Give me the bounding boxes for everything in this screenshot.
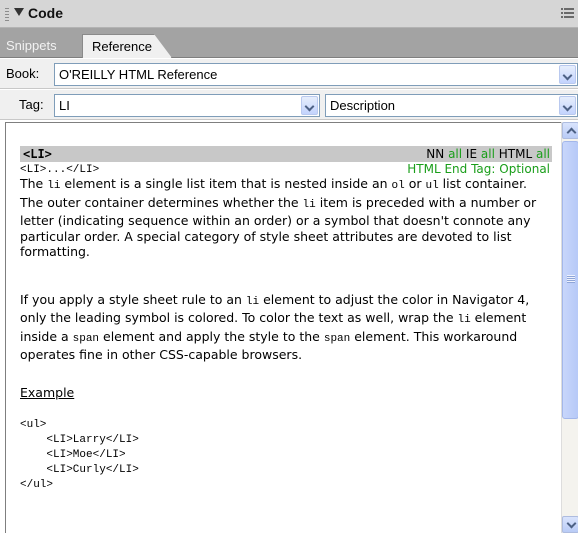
- tag-dropdown-icon[interactable]: [301, 96, 318, 115]
- tag-select-value: LI: [59, 98, 70, 113]
- description-paragraph-2: If you apply a style sheet rule to an li…: [20, 291, 530, 363]
- tag-row: Tag: LI Description: [0, 90, 578, 120]
- code-panel: Code Snippets Reference Book: O'REILLY H…: [0, 0, 578, 533]
- view-select-value: Description: [330, 98, 396, 113]
- thumb-grip-icon: [567, 275, 575, 283]
- view-select[interactable]: Description: [325, 94, 578, 117]
- scrollbar-thumb[interactable]: [562, 141, 578, 419]
- compat-html-value: all: [535, 147, 550, 161]
- example-code: <ul> <LI>Larry</LI> <LI>Moe</LI> <LI>Cur…: [20, 419, 139, 491]
- book-label: Book:: [6, 66, 40, 81]
- compat-ie-value: all: [480, 147, 495, 161]
- tab-reference[interactable]: Reference: [82, 34, 172, 58]
- tag-label: Tag:: [19, 97, 44, 112]
- book-dropdown-icon[interactable]: [559, 65, 576, 84]
- book-select[interactable]: O'REILLY HTML Reference: [54, 63, 578, 86]
- panel-title: Code: [28, 5, 63, 21]
- compat-ie-label: IE: [465, 147, 478, 161]
- scroll-up-icon[interactable]: [562, 122, 578, 139]
- vertical-scrollbar[interactable]: [561, 122, 578, 533]
- tab-bar: Snippets Reference: [0, 28, 578, 58]
- tab-snippets[interactable]: Snippets: [6, 34, 57, 58]
- compat-nn-label: NN: [426, 147, 445, 161]
- book-row: Book: O'REILLY HTML Reference: [0, 59, 578, 89]
- browser-compat: NN all IE all HTML all: [426, 146, 550, 162]
- gripper-icon[interactable]: [5, 8, 9, 21]
- scroll-down-icon[interactable]: [562, 516, 578, 533]
- reference-document: <LI> NN all IE all HTML all <LI>...</LI>…: [20, 146, 552, 493]
- tag-header-bar: <LI> NN all IE all HTML all: [20, 146, 552, 162]
- panel-options-icon[interactable]: [561, 8, 574, 20]
- panel-header[interactable]: Code: [0, 0, 578, 28]
- tag-name: <LI>: [23, 147, 52, 161]
- tag-select[interactable]: LI: [54, 94, 320, 117]
- compat-nn-value: all: [448, 147, 463, 161]
- reference-content[interactable]: <LI> NN all IE all HTML all <LI>...</LI>…: [5, 122, 578, 533]
- view-dropdown-icon[interactable]: [559, 96, 576, 115]
- book-select-value: O'REILLY HTML Reference: [59, 67, 218, 82]
- example-heading: Example: [20, 384, 75, 400]
- compat-html-label: HTML: [498, 147, 533, 161]
- end-tag-info: HTML End Tag: Optional: [407, 162, 550, 176]
- description-paragraph-1: The li element is a single list item tha…: [20, 176, 537, 259]
- syntax: <LI>...</LI>: [20, 164, 100, 176]
- collapse-arrow-icon[interactable]: [14, 8, 24, 16]
- syntax-line: <LI>...</LI> HTML End Tag: Optional: [20, 162, 552, 176]
